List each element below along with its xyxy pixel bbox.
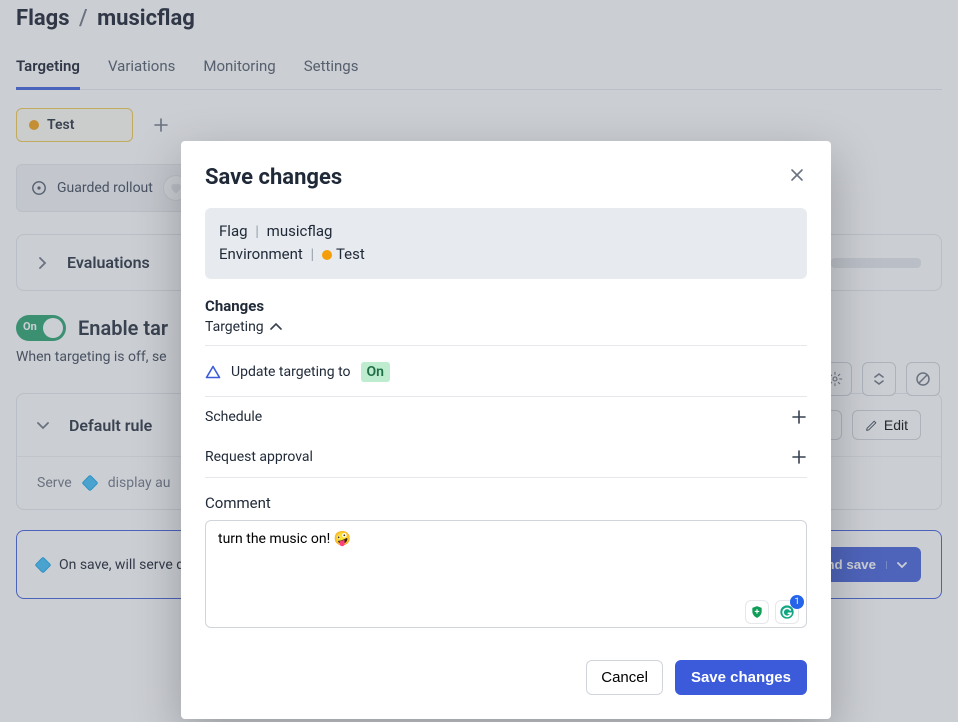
grammarly-icon[interactable]: 1 (775, 600, 799, 624)
targeting-section-label: Targeting (205, 319, 264, 335)
save-changes-button[interactable]: Save changes (675, 660, 807, 695)
cancel-button[interactable]: Cancel (586, 660, 663, 695)
textarea-extensions: 1 (745, 600, 799, 624)
triangle-outline-icon (205, 365, 221, 379)
plus-icon (791, 449, 807, 465)
request-approval-row: Request approval (205, 437, 807, 477)
environment-dot-icon (322, 250, 332, 260)
shield-plus-icon (750, 605, 764, 619)
schedule-approval-block: Schedule Request approval (205, 397, 807, 478)
changes-heading: Changes (205, 297, 807, 315)
add-schedule-button[interactable] (791, 409, 807, 425)
context-env-label: Environment (219, 245, 303, 263)
save-changes-dialog: Save changes Flag | musicflag Environmen… (181, 141, 831, 719)
targeting-new-value: On (361, 362, 390, 382)
plus-icon (791, 409, 807, 425)
context-divider: | (311, 245, 315, 263)
context-box: Flag | musicflag Environment | Test (205, 208, 807, 279)
comment-label: Comment (205, 494, 807, 512)
grammarly-badge: 1 (790, 595, 804, 609)
change-description: Update targeting to (231, 364, 351, 380)
comment-textarea[interactable] (205, 520, 807, 628)
extension-icon-1[interactable] (745, 600, 769, 624)
close-dialog-button[interactable] (787, 165, 807, 185)
targeting-change-row: Update targeting to On (205, 346, 807, 397)
dialog-title: Save changes (205, 165, 342, 190)
chevron-up-icon (270, 322, 282, 332)
context-flag-name: musicflag (267, 222, 333, 240)
schedule-label: Schedule (205, 409, 262, 425)
schedule-row: Schedule (205, 397, 807, 437)
context-flag-label: Flag (219, 222, 248, 240)
comment-field-wrapper: 1 (205, 520, 807, 632)
add-approval-button[interactable] (791, 449, 807, 465)
dialog-footer: Cancel Save changes (205, 660, 807, 695)
targeting-section-toggle[interactable]: Targeting (205, 319, 807, 346)
context-divider: | (255, 222, 259, 240)
close-icon (789, 167, 805, 183)
request-approval-label: Request approval (205, 449, 313, 465)
context-env-name: Test (336, 245, 365, 263)
